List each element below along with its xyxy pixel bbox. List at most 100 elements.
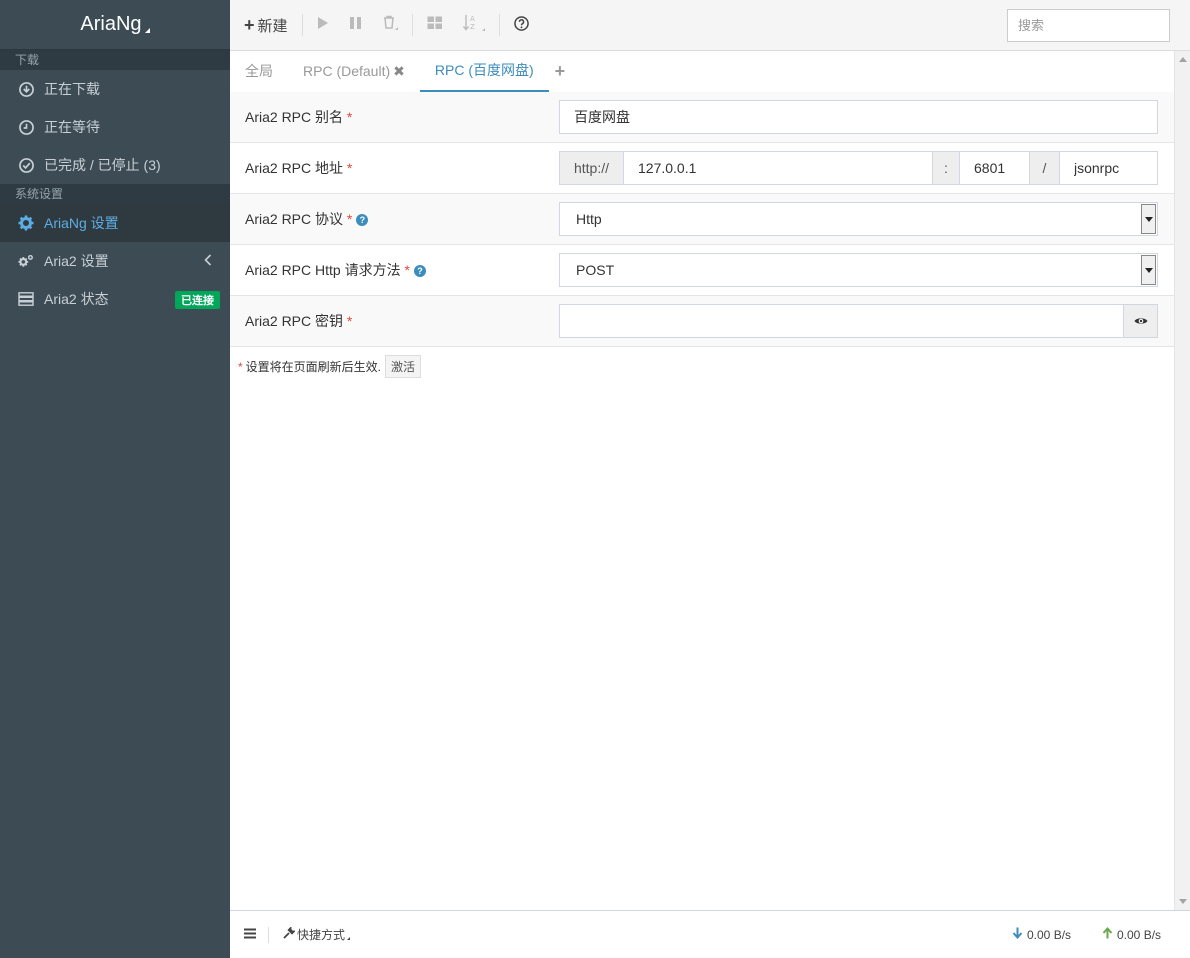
show-secret-button[interactable] [1124, 304, 1158, 338]
help-button[interactable] [504, 0, 539, 50]
sidebar-item-ariang-settings[interactable]: AriaNg 设置 [0, 204, 230, 242]
select-all-button[interactable] [417, 0, 453, 50]
setting-row-address: Aria2 RPC 地址 * http:// : / [230, 143, 1174, 194]
sidebar-item-label: 正在等待 [44, 119, 100, 135]
pause-button[interactable] [339, 0, 372, 50]
activate-button[interactable]: 激活 [385, 355, 422, 378]
plus-icon: + [554, 60, 566, 81]
shortcuts-button[interactable]: 快捷方式 [283, 925, 351, 943]
sort-alpha-icon: AZ [462, 14, 485, 36]
new-task-button[interactable]: + 新建 [230, 0, 298, 50]
slash-separator: / [1030, 151, 1060, 185]
setting-label-text: Aria2 RPC 密钥 [245, 313, 344, 329]
check-circle-icon [18, 157, 34, 173]
sidebar-item-downloading[interactable]: 正在下载 [0, 70, 230, 108]
settings-note: * 设置将在页面刷新后生效. 激活 [238, 355, 422, 378]
search-input[interactable] [1018, 18, 1190, 33]
vertical-scrollbar[interactable] [1174, 51, 1190, 910]
eye-icon [1134, 313, 1148, 329]
method-select[interactable]: POST [559, 253, 1158, 287]
gears-icon [18, 253, 34, 269]
shortcuts-label: 快捷方式 [297, 928, 346, 942]
menu-icon[interactable] [244, 926, 256, 944]
setting-label: Aria2 RPC 地址 * [230, 158, 559, 178]
upload-speed: 0.00 B/s [1102, 926, 1161, 942]
protocol-selected-value: Http [576, 211, 602, 227]
sidebar-item-waiting[interactable]: 正在等待 [0, 108, 230, 146]
grid-icon [427, 16, 443, 34]
setting-label-text: Aria2 RPC 协议 [245, 211, 344, 227]
dropdown-arrow-icon [1141, 255, 1156, 285]
app-logo[interactable]: AriaNg [0, 0, 230, 50]
svg-text:A: A [470, 15, 475, 23]
footer-divider [268, 926, 269, 943]
alias-input[interactable] [559, 100, 1158, 134]
footer: 快捷方式 0.00 B/s 0.00 B/s [230, 910, 1190, 958]
host-input[interactable] [624, 151, 933, 185]
arrow-up-icon [1102, 926, 1113, 942]
arrow-down-icon [1012, 927, 1023, 942]
tab-label: 全局 [245, 63, 273, 79]
wrench-icon [283, 925, 297, 942]
help-icon[interactable]: ? [356, 214, 369, 227]
sort-button[interactable]: AZ [453, 0, 495, 50]
new-task-label: 新建 [257, 17, 288, 35]
setting-label-text: Aria2 RPC 别名 [245, 109, 344, 125]
toolbar-divider [301, 14, 303, 36]
start-button[interactable] [307, 0, 339, 50]
clock-icon [18, 119, 34, 135]
scroll-up-icon[interactable] [1179, 57, 1187, 62]
question-circle-icon [513, 15, 529, 35]
app-title: AriaNg [80, 13, 142, 35]
chevron-left-icon [204, 253, 212, 269]
setting-label: Aria2 RPC 别名 * [230, 107, 559, 127]
tab-rpc-baidu[interactable]: RPC (百度网盘) [419, 50, 549, 92]
section-header-download: 下载 [0, 50, 230, 70]
download-speed: 0.00 B/s [1012, 927, 1071, 942]
setting-row-alias: Aria2 RPC 别名 * [230, 92, 1174, 143]
rpc-settings-form: Aria2 RPC 别名 * Aria2 RPC 地址 * http:// : … [230, 92, 1174, 347]
secret-input[interactable] [559, 304, 1124, 338]
sidebar-item-aria2-settings[interactable]: Aria2 设置 [0, 242, 230, 280]
sidebar-item-stopped[interactable]: 已完成 / 已停止 (3) [0, 146, 230, 184]
download-speed-value: 0.00 B/s [1027, 927, 1072, 942]
toolbar-divider [498, 14, 500, 36]
delete-button[interactable] [372, 0, 408, 50]
sidebar-item-label: 正在下载 [44, 81, 100, 97]
settings-tabs: 全局 RPC (Default) ✖ RPC (百度网盘) + [230, 51, 1174, 93]
setting-label: Aria2 RPC 密钥 * [230, 311, 559, 331]
protocol-select[interactable]: Http [559, 202, 1158, 236]
port-input[interactable] [960, 151, 1030, 185]
setting-label-text: Aria2 RPC 地址 [245, 160, 344, 176]
required-mark: * [346, 211, 353, 227]
alias-control [559, 100, 1158, 134]
required-mark: * [404, 262, 410, 278]
path-input[interactable] [1060, 151, 1158, 185]
colon-separator: : [933, 151, 960, 185]
note-text: 设置将在页面刷新后生效. [245, 360, 382, 374]
required-mark: * [238, 359, 243, 374]
plus-icon: + [244, 14, 255, 35]
sidebar: AriaNg 下载 正在下载 正在等待 已完成 / 已停止 (3) 系统设置 A… [0, 0, 230, 958]
dropdown-arrow-icon [1141, 204, 1156, 234]
protocol-prefix: http:// [559, 151, 624, 185]
caret-icon [144, 28, 150, 33]
tab-label: RPC (Default) [303, 63, 391, 79]
tab-label: RPC (百度网盘) [434, 62, 534, 78]
required-mark: * [346, 109, 353, 125]
section-header-settings: 系统设置 [0, 184, 230, 204]
help-icon[interactable]: ? [413, 265, 426, 278]
svg-text:Z: Z [470, 23, 475, 31]
toolbar: + 新建 AZ [230, 0, 1190, 51]
method-selected-value: POST [576, 262, 615, 278]
sidebar-item-label: AriaNg 设置 [44, 215, 119, 231]
close-icon[interactable]: ✖ [393, 63, 405, 80]
setting-label: Aria2 RPC 协议 *? [230, 209, 559, 229]
tab-global[interactable]: 全局 [230, 50, 288, 92]
add-rpc-button[interactable]: + [549, 50, 572, 92]
required-mark: * [346, 160, 353, 176]
scroll-down-icon[interactable] [1179, 899, 1187, 904]
caret-icon [347, 937, 351, 940]
tab-rpc-default[interactable]: RPC (Default) ✖ [288, 50, 420, 92]
sidebar-item-aria2-status[interactable]: Aria2 状态 已连接 [0, 280, 230, 318]
